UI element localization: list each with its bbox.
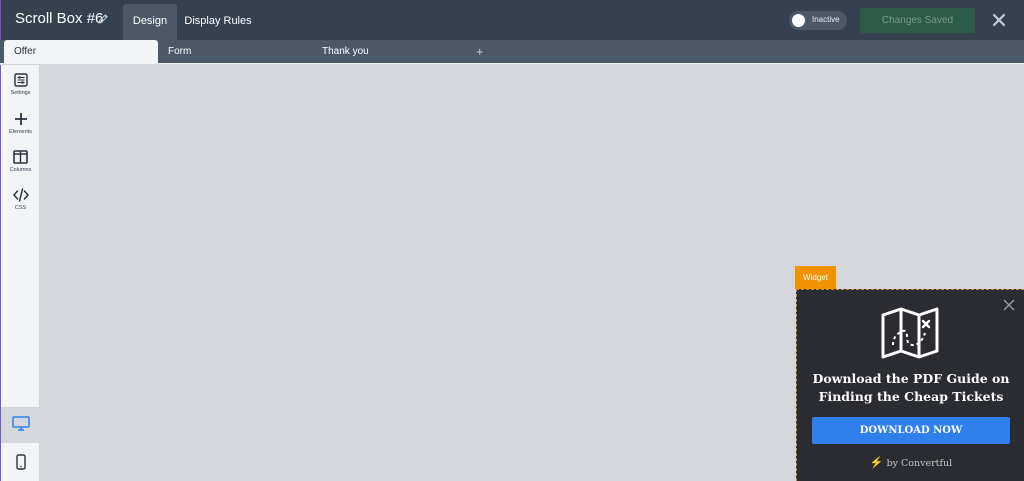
tab-design-label: Design	[132, 15, 168, 27]
widget-heading-line: Download the PDF Guide on	[812, 371, 1010, 386]
plus-icon	[14, 113, 27, 125]
lightning-icon: ⚡	[869, 456, 884, 469]
tab-thank-you[interactable]: Thank you	[312, 40, 466, 64]
sidebar-item-css[interactable]: CSS	[1, 188, 40, 211]
tab-design[interactable]: Design	[123, 4, 177, 40]
sidebar-item-label: Elements	[9, 129, 32, 135]
status-toggle[interactable]: Inactive	[789, 11, 847, 30]
widget-tag[interactable]: Widget	[795, 266, 836, 289]
box-title: Scroll Box #6	[15, 10, 104, 27]
device-mobile[interactable]	[1, 445, 40, 481]
tab-display-rules[interactable]: Display Rules	[181, 4, 255, 40]
add-step-button[interactable]: +	[476, 45, 484, 59]
widget-heading-line: Finding the Cheap Tickets	[818, 389, 1004, 404]
tab-form-label: Form	[168, 46, 192, 57]
left-sidebar: Settings Elements Columns CSS	[0, 65, 40, 481]
sidebar-item-label: Settings	[10, 90, 31, 96]
tab-offer[interactable]: Offer	[4, 40, 158, 64]
step-tabs: Offer Form Thank you +	[0, 40, 1024, 64]
device-desktop[interactable]	[1, 407, 40, 443]
code-icon	[12, 188, 29, 202]
sidebar-item-label: CSS	[14, 205, 27, 211]
mobile-icon	[15, 454, 26, 470]
columns-icon	[13, 150, 28, 164]
tab-thank-you-label: Thank you	[322, 46, 369, 57]
powered-by[interactable]: ⚡ by Convertful	[797, 456, 1024, 469]
sidebar-item-columns[interactable]: Columns	[1, 150, 40, 173]
status-label: Inactive	[812, 15, 840, 24]
sidebar-item-label: Columns	[9, 167, 32, 173]
powered-by-label: by Convertful	[886, 458, 953, 469]
tab-offer-label: Offer	[14, 46, 37, 57]
tab-form[interactable]: Form	[158, 40, 312, 64]
toggle-knob	[792, 14, 805, 27]
tab-display-rules-label: Display Rules	[184, 15, 252, 27]
close-icon[interactable]	[991, 12, 1007, 28]
sidebar-item-elements[interactable]: Elements	[1, 112, 40, 135]
close-icon[interactable]	[1003, 299, 1015, 311]
top-bar: Scroll Box #6 Design Display Rules Inact…	[0, 0, 1024, 40]
save-button[interactable]: Changes Saved	[860, 8, 975, 33]
desktop-icon	[11, 416, 30, 431]
widget-preview[interactable]: Download the PDF Guide on Finding the Ch…	[796, 289, 1024, 481]
settings-icon	[13, 73, 28, 87]
download-button[interactable]: DOWNLOAD NOW	[812, 417, 1010, 444]
sidebar-item-settings[interactable]: Settings	[1, 73, 40, 96]
pencil-icon[interactable]	[97, 13, 109, 25]
map-icon	[881, 307, 939, 359]
widget-heading: Download the PDF Guide on Finding the Ch…	[807, 370, 1015, 406]
